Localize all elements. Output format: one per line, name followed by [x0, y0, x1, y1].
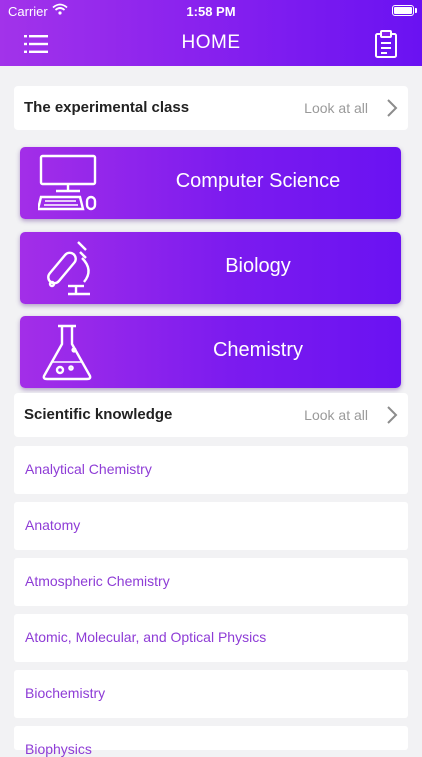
look-at-all-link[interactable]: Look at all	[304, 100, 368, 116]
clipboard-icon[interactable]	[374, 30, 398, 58]
chevron-right-icon	[387, 99, 398, 117]
category-label: Computer Science	[175, 170, 341, 192]
list-item-label: Biophysics	[25, 741, 92, 757]
category-card-biology[interactable]: Biology	[20, 232, 401, 304]
status-bar: Carrier 1:58 PM	[0, 0, 422, 22]
list-item-label: Anatomy	[25, 517, 81, 533]
category-label: Chemistry	[212, 339, 303, 361]
look-at-all-link[interactable]: Look at all	[304, 407, 368, 423]
battery-icon	[392, 5, 417, 16]
experimental-class-header[interactable]: The experimental class Look at all	[14, 86, 408, 130]
list-item-analytical-chemistry[interactable]: Analytical Chemistry	[14, 446, 408, 494]
nav-bar: HOME	[0, 22, 422, 66]
category-card-computer-science[interactable]: Computer Science	[20, 147, 401, 219]
list-item-anatomy[interactable]: Anatomy	[14, 502, 408, 550]
list-item-label: Analytical Chemistry	[25, 461, 152, 477]
status-time: 1:58 PM	[186, 4, 236, 19]
list-item-label: Atomic, Molecular, and Optical Physics	[25, 629, 267, 645]
list-item-biochemistry[interactable]: Biochemistry	[14, 670, 408, 718]
list-item-atmospheric-chemistry[interactable]: Atmospheric Chemistry	[14, 558, 408, 606]
category-card-chemistry[interactable]: Chemistry	[20, 316, 401, 388]
microscope-icon	[47, 241, 90, 296]
scientific-knowledge-header[interactable]: Scientific knowledge Look at all	[14, 393, 408, 437]
list-item-label: Biochemistry	[25, 685, 106, 701]
list-item-atomic-molecular-optical-physics[interactable]: Atomic, Molecular, and Optical Physics	[14, 614, 408, 662]
computer-icon	[38, 154, 97, 211]
top-bar: Carrier 1:58 PM HOME	[0, 0, 422, 66]
section-title: Scientific knowledge	[24, 406, 173, 423]
page-title: HOME	[181, 32, 241, 53]
flask-icon	[42, 324, 92, 381]
list-item-label: Atmospheric Chemistry	[25, 573, 170, 589]
chevron-right-icon	[387, 406, 398, 424]
list-item-biophysics[interactable]: Biophysics	[14, 726, 408, 757]
category-label: Biology	[225, 255, 291, 277]
section-title: The experimental class	[24, 99, 190, 116]
